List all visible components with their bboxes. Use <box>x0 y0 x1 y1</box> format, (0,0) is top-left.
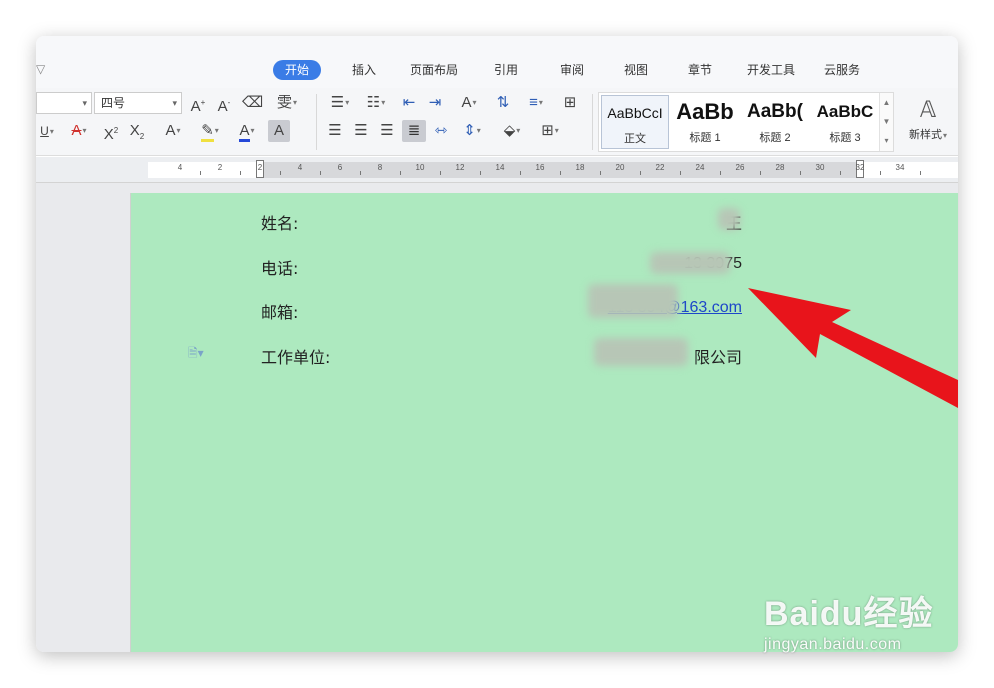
watermark-url: jingyan.baidu.com <box>764 636 902 653</box>
annotation-arrow <box>748 288 958 408</box>
app-window: ▽ 开始 插入 页面布局 引用 审阅 视图 章节 开发工具 云服务 ▾ 四号 ▾ … <box>36 36 958 652</box>
baidu-watermark: Baidu经验 jingyan.baidu.com <box>764 586 944 666</box>
watermark-brand: Baidu经验 <box>764 595 934 633</box>
